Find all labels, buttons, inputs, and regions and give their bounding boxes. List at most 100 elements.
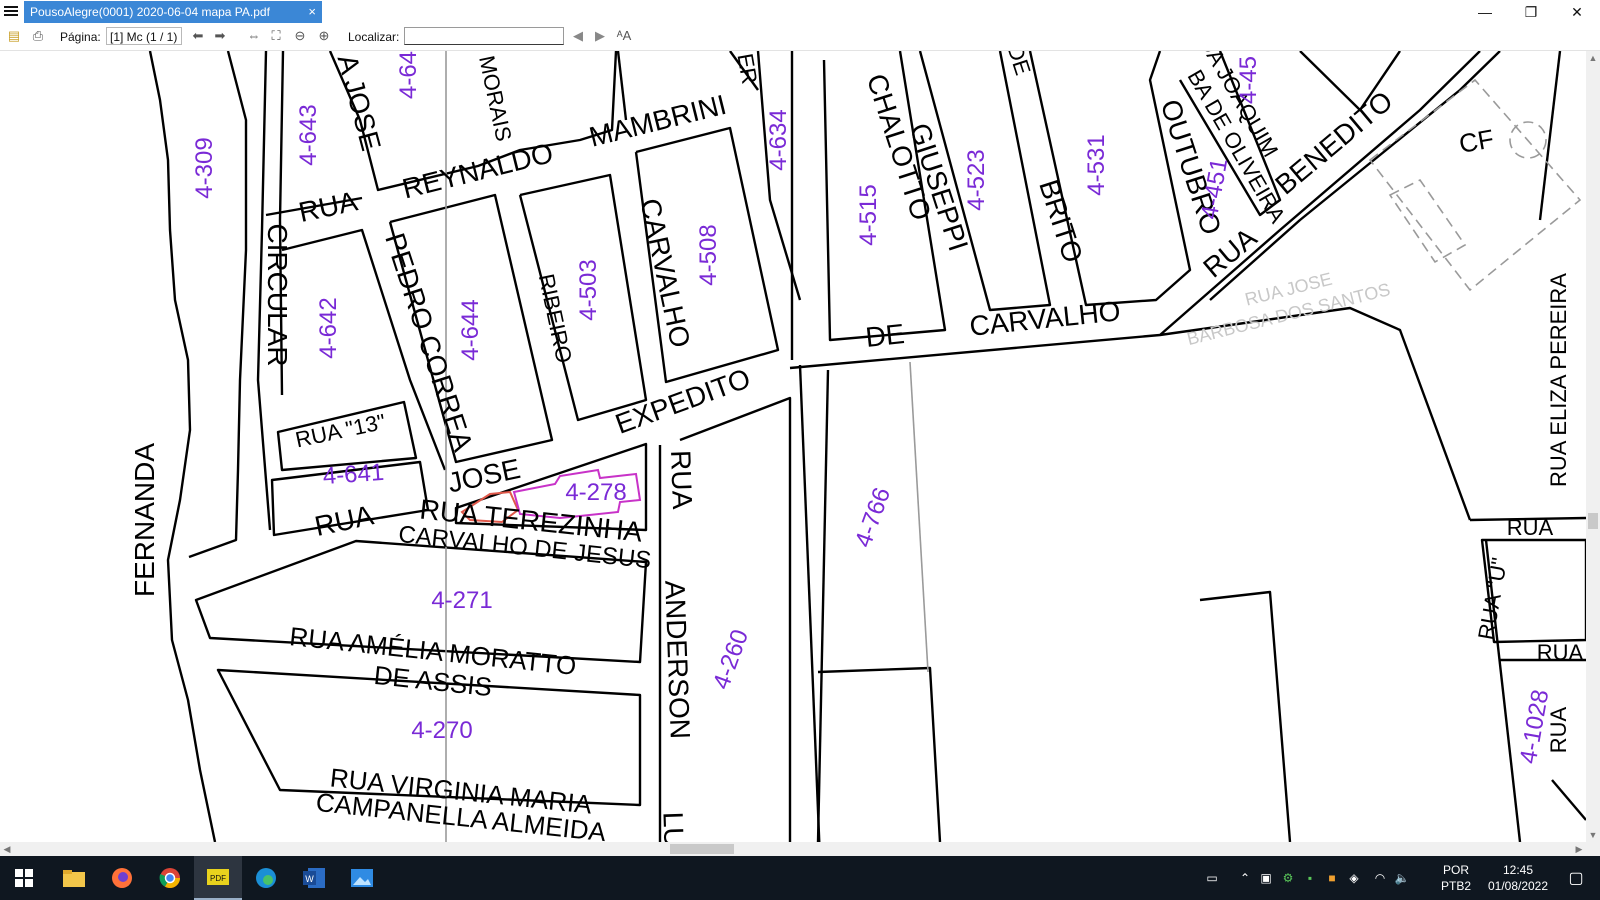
find-input[interactable] <box>404 27 564 45</box>
lot-label: 4-260 <box>708 626 754 693</box>
title-bar: PousoAlegre(0001) 2020-06-04 mapa PA.pdf… <box>0 0 1600 24</box>
pdf-map-view[interactable]: FERNANDA CIRCULAR RUA A JOSE PEDRO CORRE… <box>0 51 1586 842</box>
street-label: ER <box>732 51 762 85</box>
page-selector[interactable]: [1] Mc (1 / 1) <box>106 27 182 45</box>
photos-icon[interactable] <box>338 856 386 900</box>
clock-date: 01/08/2022 <box>1487 879 1549 893</box>
pdf-viewer-taskbar-icon[interactable]: PDF <box>194 856 242 900</box>
street-label: DE <box>1003 51 1036 78</box>
street-label: RUA <box>296 185 361 228</box>
horizontal-scrollbar[interactable]: ◀ ▶ <box>0 842 1586 856</box>
show-hidden-icons-icon[interactable]: ⌃ <box>1236 856 1254 900</box>
lot-label: 4-634 <box>765 109 792 170</box>
scroll-right-icon[interactable]: ▶ <box>1572 842 1586 856</box>
chrome-icon[interactable] <box>146 856 194 900</box>
minimize-button[interactable]: — <box>1462 0 1508 24</box>
volume-icon[interactable]: 🔈 <box>1392 856 1412 900</box>
language-code: POR <box>1442 863 1469 877</box>
tab-close-icon[interactable]: × <box>308 1 316 23</box>
street-label: A JOSE <box>332 51 387 154</box>
street-label: RUA <box>1507 515 1554 540</box>
fit-page-icon[interactable]: ⛶ <box>268 28 284 44</box>
action-center-tray-icon[interactable]: ▭ <box>1192 856 1232 900</box>
street-label: RUA <box>312 499 377 542</box>
clock-time: 12:45 <box>1502 863 1534 877</box>
lot-label: 4-531 <box>1083 134 1110 195</box>
svg-text:W: W <box>305 874 314 884</box>
scrollbar-corner <box>1586 842 1600 856</box>
document-tab[interactable]: PousoAlegre(0001) 2020-06-04 mapa PA.pdf… <box>24 1 322 23</box>
lot-label: 4-64 <box>395 51 422 99</box>
street-label: RUA <box>665 450 698 510</box>
restore-button[interactable]: ❐ <box>1508 0 1554 24</box>
folder-icon <box>63 870 85 887</box>
street-label: RUA <box>1537 640 1584 665</box>
street-label: CARVALHO <box>634 196 696 351</box>
zoom-in-icon[interactable]: ⊕ <box>316 28 332 44</box>
taskbar: PDF W ▭ ⌃ ▣ ⚙ ▪ ■ ◈ ◠ 🔈 POR PTB2 12:45 0… <box>0 856 1600 900</box>
settings-tray-icon[interactable]: ⚙ <box>1278 856 1298 900</box>
font-options-icon[interactable]: ᴬA <box>616 28 632 44</box>
street-label: RIBEIRO <box>534 272 577 366</box>
lot-label: 4-508 <box>695 224 722 285</box>
pdf-icon: PDF <box>207 869 229 885</box>
map-drawing: FERNANDA CIRCULAR RUA A JOSE PEDRO CORRE… <box>129 51 1586 842</box>
photos-logo <box>351 869 373 887</box>
scroll-left-icon[interactable]: ◀ <box>0 842 14 856</box>
file-explorer-icon[interactable] <box>50 856 98 900</box>
edge-icon[interactable] <box>242 856 290 900</box>
firefox-logo <box>112 868 132 888</box>
menu-icon[interactable] <box>4 4 18 18</box>
fit-width-icon[interactable]: ⇔ <box>246 28 262 44</box>
word-logo: W <box>303 868 325 888</box>
shield-icon[interactable]: ◈ <box>1344 856 1364 900</box>
lot-label: 4-278 <box>565 479 626 506</box>
start-button[interactable] <box>0 856 48 900</box>
word-icon[interactable]: W <box>290 856 338 900</box>
vertical-scroll-thumb[interactable] <box>1588 513 1598 529</box>
chat-tray-icon[interactable]: ▪ <box>1300 856 1320 900</box>
package-tray-icon[interactable]: ■ <box>1322 856 1342 900</box>
open-file-icon[interactable]: ▤ <box>6 28 22 44</box>
keyboard-language[interactable]: POR PTB2 <box>1436 862 1476 894</box>
lot-label: 4-45 <box>1235 56 1262 104</box>
street-label: EXPEDITO <box>611 362 754 439</box>
street-label: CF <box>1457 123 1496 159</box>
scroll-up-icon[interactable]: ▲ <box>1586 51 1600 65</box>
close-button[interactable]: ✕ <box>1554 0 1600 24</box>
print-icon[interactable]: ⎙ <box>30 28 46 44</box>
windows-icon <box>15 869 33 887</box>
scroll-down-icon[interactable]: ▼ <box>1586 828 1600 842</box>
street-label: MORAIS <box>474 53 516 143</box>
street-label: FERNANDA <box>129 443 160 597</box>
firefox-icon[interactable] <box>98 856 146 900</box>
street-label: CARVALHO <box>968 295 1122 342</box>
find-next-icon[interactable]: ▶ <box>592 28 608 44</box>
lot-label: 4-515 <box>855 184 882 245</box>
zoom-out-icon[interactable]: ⊖ <box>292 28 308 44</box>
lot-label: 4-503 <box>575 259 602 320</box>
street-label: ANDERSON <box>659 580 696 740</box>
previous-page-icon[interactable]: ⬅ <box>190 28 206 44</box>
tab-title: PousoAlegre(0001) 2020-06-04 mapa PA.pdf <box>30 5 270 19</box>
lot-label: 4-271 <box>431 587 492 614</box>
street-label: REYNALDO <box>399 137 556 204</box>
lot-label: 4-309 <box>191 137 218 198</box>
find-previous-icon[interactable]: ◀ <box>570 28 586 44</box>
lot-label: 4-644 <box>457 299 484 360</box>
street-label: RUA "U" <box>1473 556 1512 642</box>
vertical-scrollbar[interactable]: ▲ ▼ <box>1586 51 1600 842</box>
clock[interactable]: 12:45 01/08/2022 <box>1482 862 1554 894</box>
notifications-icon[interactable]: ▢ <box>1560 856 1592 900</box>
street-label: JOSE <box>445 453 523 499</box>
lot-label: 4-643 <box>295 104 322 165</box>
meet-now-icon[interactable]: ▣ <box>1256 856 1276 900</box>
next-page-icon[interactable]: ➡ <box>212 28 228 44</box>
street-label: RUA "13" <box>293 409 388 452</box>
street-label: CIRCULAR <box>262 223 293 366</box>
page-label: Página: <box>60 30 101 44</box>
chrome-logo <box>159 868 180 888</box>
svg-text:PDF: PDF <box>210 874 226 883</box>
wifi-icon[interactable]: ◠ <box>1370 856 1390 900</box>
horizontal-scroll-thumb[interactable] <box>670 844 734 854</box>
